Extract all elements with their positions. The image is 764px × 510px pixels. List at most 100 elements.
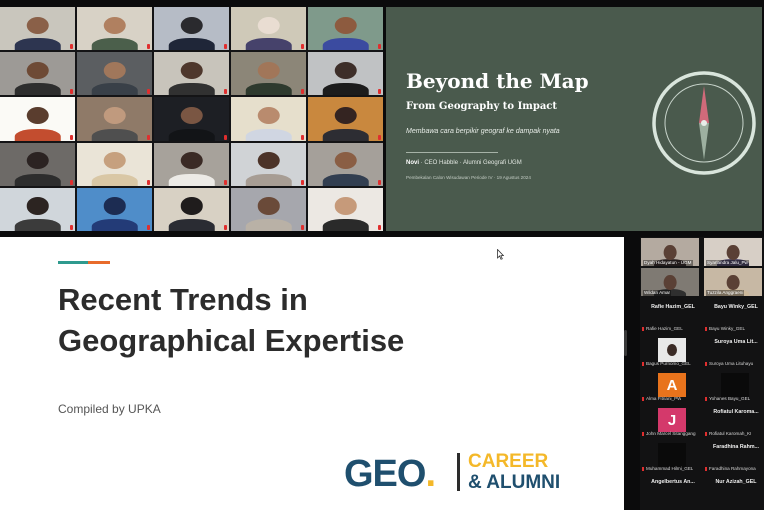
muted-mic-icon — [378, 44, 381, 50]
participant-video-tile[interactable] — [77, 52, 152, 96]
title-line-1: Recent Trends in — [58, 282, 308, 317]
participant-face — [180, 152, 203, 170]
participant-body — [14, 173, 61, 186]
participant-video-tile[interactable] — [0, 97, 75, 141]
participant-name-label: Rofiatul Karomah_KI — [705, 431, 751, 437]
participant-video-tile[interactable] — [308, 7, 383, 51]
muted-mic-icon — [147, 225, 150, 230]
participant-body — [245, 83, 292, 96]
participant-name-label: Bagus Purnomo_GEL — [642, 361, 691, 367]
participant-video-tile[interactable] — [308, 52, 383, 96]
participant-tile[interactable]: Yohanes Bayu_GEL — [703, 372, 763, 404]
participant-video-tile[interactable] — [77, 97, 152, 141]
muted-mic-icon — [147, 179, 150, 185]
participant-video-tile[interactable] — [231, 7, 306, 51]
participant-name-label: Bayu Winky_GEL — [705, 326, 745, 332]
participant-name: Syarlandra Jalu_Pw — [706, 260, 749, 266]
speaker-name: Novi — [406, 160, 420, 166]
participant-face — [334, 61, 357, 79]
participant-display-name: Rafie Hazim_GEL — [651, 304, 695, 310]
participant-body — [168, 218, 215, 231]
participant-tile[interactable]: Bayu Winky_GEL Bayu Winky_GEL — [703, 302, 763, 334]
participant-face — [26, 16, 49, 34]
slide-divider — [406, 152, 498, 153]
participant-tile[interactable]: Muhammad Hilmi_GEL — [640, 442, 700, 474]
participant-face — [257, 152, 280, 170]
participant-display-name: Bayu Winky_GEL — [714, 304, 758, 310]
participant-video-tile[interactable] — [154, 97, 229, 141]
participant-video-tile[interactable] — [0, 142, 75, 186]
participant-avatar — [721, 373, 749, 397]
participant-display-name: Angelbertus An... — [651, 479, 695, 485]
muted-mic-icon — [378, 89, 381, 95]
participant-name: Dyah Hidayatun - UGM — [643, 260, 693, 266]
participant-face — [180, 106, 203, 125]
panel-resize-handle[interactable] — [624, 330, 627, 356]
participant-name-label: Rafie Hazim_GEL — [642, 326, 683, 332]
participant-video-tile[interactable] — [0, 187, 75, 231]
geo-career-alumni-logo: GEO. CAREER & ALUMNI — [344, 451, 561, 495]
participant-video-thumb[interactable]: Wildan Amar — [641, 268, 699, 296]
participant-face — [103, 106, 126, 125]
participant-tile[interactable]: Suroya Uma Lit... Suroya Uma Lituhayu — [703, 337, 763, 369]
participant-video-tile[interactable] — [0, 7, 75, 51]
participant-video-tile[interactable] — [231, 52, 306, 96]
participant-video-thumb[interactable]: Tuzzila Anggraeni — [704, 268, 762, 296]
participant-body — [168, 83, 215, 96]
participant-video-tile[interactable] — [231, 142, 306, 186]
participant-tile[interactable]: Rofiatul Karoma... Rofiatul Karomah_KI — [703, 407, 763, 439]
participant-tile[interactable]: Faradhina Rahm... Faradhina Rahmayona — [703, 442, 763, 474]
slide-tagline: Membawa cara berpikir geograf ke dampak … — [406, 128, 560, 135]
participant-tile[interactable]: Rafie Hazim_GEL Rafie Hazim_GEL — [640, 302, 700, 334]
muted-mic-icon — [301, 134, 304, 140]
participant-body — [245, 173, 292, 186]
participant-video-tile[interactable] — [231, 187, 306, 231]
participant-video-tile[interactable] — [0, 52, 75, 96]
slide-main-title: Recent Trends in Geographical Expertise — [58, 279, 598, 361]
participant-face — [103, 197, 126, 215]
participant-tile[interactable]: A Alma Fitriani_PW — [640, 372, 700, 404]
muted-mic-icon — [378, 179, 381, 185]
participant-body — [91, 128, 138, 141]
participant-video-thumb[interactable]: Dyah Hidayatun - UGM — [641, 238, 699, 266]
participant-face — [180, 197, 203, 215]
muted-mic-icon — [301, 225, 304, 230]
participant-video-tile[interactable] — [308, 142, 383, 186]
participant-video-tile[interactable] — [154, 52, 229, 96]
participant-display-name: Faradhina Rahm... — [713, 444, 759, 450]
muted-mic-icon — [378, 134, 381, 140]
participant-body — [91, 83, 138, 96]
muted-mic-icon — [147, 89, 150, 95]
participant-panel: Dyah Hidayatun - UGM Syarlandra Jalu_Pw Wi… — [640, 237, 764, 510]
participant-tile[interactable]: Bagus Purnomo_GEL — [640, 337, 700, 369]
participant-video-tile[interactable] — [154, 187, 229, 231]
participant-video-tile[interactable] — [77, 142, 152, 186]
participant-body — [168, 38, 215, 51]
muted-mic-icon — [642, 432, 644, 436]
muted-mic-icon — [301, 179, 304, 185]
participant-video-tile[interactable] — [77, 187, 152, 231]
slide-title: Beyond the Map — [406, 69, 589, 93]
participant-video-tile[interactable] — [308, 187, 383, 231]
participant-body — [322, 218, 369, 231]
participant-video-tile[interactable] — [77, 7, 152, 51]
participant-video-tile[interactable] — [154, 7, 229, 51]
participant-name: Tuzzila Anggraeni — [706, 290, 745, 296]
participant-face — [26, 152, 49, 170]
slide-subtitle: From Geography to Impact — [406, 101, 558, 112]
muted-mic-icon — [70, 89, 73, 95]
participant-name: Wildan Amar — [643, 290, 672, 296]
participant-tile[interactable]: Nur Azizah_GEL — [703, 477, 763, 509]
participant-video-tile[interactable] — [231, 97, 306, 141]
participant-video-tile[interactable] — [308, 97, 383, 141]
compiled-by: Compiled by UPKA — [58, 402, 161, 416]
participant-display-name: Nur Azizah_GEL — [715, 479, 757, 485]
participant-body — [14, 38, 61, 51]
participant-tile[interactable]: J John Marcel Sitanggang — [640, 407, 700, 439]
muted-mic-icon — [642, 467, 644, 471]
participant-video-tile[interactable] — [154, 142, 229, 186]
participant-video-thumb[interactable]: Syarlandra Jalu_Pw — [704, 238, 762, 266]
participant-tile[interactable]: Angelbertus An... — [640, 477, 700, 509]
muted-mic-icon — [642, 327, 644, 331]
participant-face — [26, 106, 49, 125]
